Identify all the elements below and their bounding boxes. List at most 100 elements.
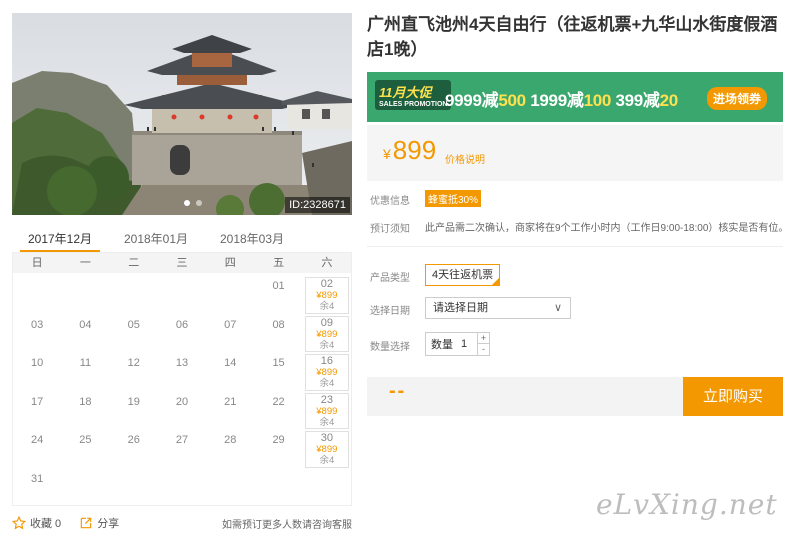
day-stock: 余4 xyxy=(319,301,335,312)
share-button[interactable]: 分享 xyxy=(79,515,119,531)
quantity-value[interactable]: 1 xyxy=(461,338,477,350)
calendar-day: 13 xyxy=(175,357,189,369)
calendar-day xyxy=(110,276,158,315)
calendar-day: 29 xyxy=(272,434,285,446)
calendar-day: 26 xyxy=(127,434,140,446)
banner-tag-subtext: SALES PROMOTION xyxy=(379,101,448,108)
calendar-day: 27 xyxy=(175,434,189,446)
discount-3-value: 20 xyxy=(659,91,679,110)
date-select[interactable]: 请选择日期 ∨ xyxy=(425,297,571,319)
booking-notice-label: 预订须知 xyxy=(370,224,410,235)
temple-photo-image xyxy=(12,13,352,215)
carousel-dots xyxy=(184,200,202,206)
favorite-label: 收藏 0 xyxy=(30,518,62,530)
product-type-label: 产品类型 xyxy=(370,273,410,284)
price-box: ¥899 价格说明 xyxy=(367,125,783,181)
calendar-day: 10 xyxy=(31,357,44,369)
tab-month-3[interactable]: 2018年03月 xyxy=(204,228,300,252)
calendar-day: 28 xyxy=(224,434,237,446)
day-stock: 余4 xyxy=(319,455,335,466)
calendar-day: 21 xyxy=(224,395,237,408)
day-stock: 余4 xyxy=(319,416,335,428)
calendar-day: 01 xyxy=(272,280,285,292)
calendar-day xyxy=(254,469,302,508)
weekday-label: 一 xyxy=(79,257,91,269)
day-price: ¥899 xyxy=(316,290,338,301)
booking-notice-text: 此产品需二次确认，商家将在9个工作小时内（工作日9:00-18:00）核实是否有… xyxy=(425,223,789,234)
promo-info-label: 优惠信息 xyxy=(370,196,410,207)
calendar-day-available[interactable]: 02 ¥899 余4 xyxy=(304,277,349,314)
calendar-grid: 01 02 ¥899 余4 03 04 05 06 07 08 09 ¥899 余4 10 11 12 13 14… xyxy=(13,273,351,507)
day-price: ¥899 xyxy=(316,328,338,340)
quantity-text: 数量 xyxy=(431,339,453,351)
calendar-day: 25 xyxy=(79,434,92,446)
day-number: 02 xyxy=(320,278,333,290)
day-number: 30 xyxy=(320,432,333,444)
calendar-day: 12 xyxy=(127,357,140,369)
calendar-day: 31 xyxy=(31,472,44,485)
get-coupon-button[interactable]: 进场领券 xyxy=(707,87,768,110)
calendar-day xyxy=(206,276,254,315)
calendar-day xyxy=(158,469,206,508)
month-tabs: 2017年12月 2018年01月 2018年03月 xyxy=(12,228,352,252)
customer-service-note[interactable]: 如需预订更多人数请咨询客服 xyxy=(222,516,352,531)
calendar-day xyxy=(158,276,206,315)
day-number: 23 xyxy=(320,393,333,406)
calendar-day-available[interactable]: 16 ¥899 余4 xyxy=(304,354,349,391)
weekday-label: 三 xyxy=(176,257,188,269)
carousel-dot[interactable] xyxy=(196,200,202,206)
calendar-day: 15 xyxy=(272,357,285,369)
calendar-day: 07 xyxy=(224,318,237,331)
calendar-day: 24 xyxy=(31,434,44,446)
calendar-day: 19 xyxy=(127,395,140,408)
favorite-button[interactable]: 收藏 0 xyxy=(12,515,61,531)
price-note-link[interactable]: 价格说明 xyxy=(445,151,485,166)
product-type-option[interactable]: 4天往返机票 xyxy=(425,264,501,286)
site-watermark: eLvXing.net xyxy=(596,488,778,521)
share-icon xyxy=(80,517,92,529)
total-price: -- xyxy=(389,380,407,402)
quantity-decrease-button[interactable]: - xyxy=(478,344,489,355)
weekday-label: 六 xyxy=(321,257,333,269)
tab-month-1[interactable]: 2017年12月 xyxy=(12,228,108,252)
calendar-day: 22 xyxy=(272,395,285,408)
currency-symbol: ¥ xyxy=(383,146,391,162)
weekday-label: 日 xyxy=(31,257,43,269)
chevron-down-icon: ∨ xyxy=(553,302,562,314)
calendar-day-available[interactable]: 30 ¥899 余4 xyxy=(304,431,349,468)
discount-1-value: 500 xyxy=(498,91,526,110)
quantity-label: 数量选择 xyxy=(370,342,410,353)
day-price: ¥899 xyxy=(316,444,338,455)
calendar-day-available[interactable]: 23 ¥899 余4 xyxy=(304,392,349,429)
day-price: ¥899 xyxy=(316,367,338,378)
calendar-day-available[interactable]: 09 ¥899 余4 xyxy=(304,315,349,352)
buy-now-button[interactable]: 立即购买 xyxy=(683,377,783,416)
promo-banner[interactable]: 11月大促 SALES PROMOTION 9999减500 1999减100 … xyxy=(367,72,783,122)
banner-tag-text: 11月大促 xyxy=(379,85,432,100)
discount-2-label: 1999减 xyxy=(530,91,584,110)
day-number: 09 xyxy=(320,316,333,329)
discount-2-value: 100 xyxy=(583,91,612,110)
photo-id-label: ID:2328671 xyxy=(285,197,350,213)
calendar-day: 06 xyxy=(175,318,189,331)
quantity-step-buttons: + - xyxy=(477,333,489,355)
calendar-day: 08 xyxy=(272,318,285,331)
calendar-day xyxy=(13,276,61,315)
weekday-label: 二 xyxy=(128,257,140,269)
calendar-day: 04 xyxy=(79,318,92,331)
calendar-day xyxy=(61,276,109,315)
day-stock: 余4 xyxy=(319,339,335,351)
buy-bar: -- 立即购买 xyxy=(367,377,783,416)
calendar-day: 18 xyxy=(79,395,92,408)
calendar-day xyxy=(110,469,158,508)
promo-badge: 蜂蜜抵30% xyxy=(425,190,482,207)
quantity-increase-button[interactable]: + xyxy=(478,333,489,344)
banner-discount-text: 9999减500 1999减100 399减20 xyxy=(445,86,678,111)
star-icon xyxy=(12,516,26,530)
carousel-dot[interactable] xyxy=(184,200,190,206)
discount-1-label: 9999减 xyxy=(445,91,499,110)
tab-month-2[interactable]: 2018年01月 xyxy=(108,228,204,252)
product-photo[interactable]: ID:2328671 xyxy=(12,13,352,215)
quantity-stepper: 数量 1 + - xyxy=(425,332,490,356)
price-amount: 899 xyxy=(392,135,437,165)
